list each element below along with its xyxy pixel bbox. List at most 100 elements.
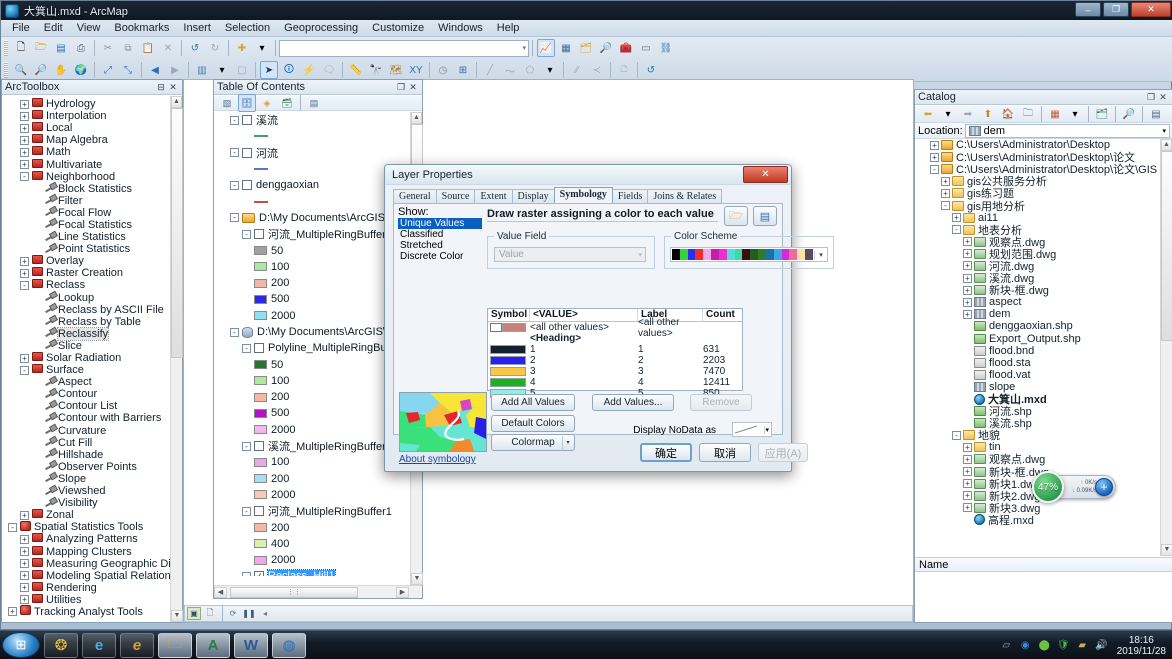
toolbox-tree-item[interactable]: + Local [2,122,170,134]
expand-icon[interactable]: + [20,268,29,278]
minimize-button[interactable]: – [1075,2,1101,17]
toolbox-tree-item[interactable]: + Map Algebra [2,134,170,146]
measure-icon[interactable]: 📏 [347,61,365,79]
home-icon[interactable]: 🏠 [999,105,1017,123]
toc-legend-item[interactable]: 100 [214,259,410,275]
expand-icon[interactable]: + [963,285,972,295]
toc-legend-item[interactable]: 100 [214,454,410,470]
menu-windows[interactable]: Windows [431,21,490,35]
close-icon[interactable]: ✕ [167,81,179,93]
symbol-swatch[interactable] [490,378,526,387]
collapse-icon[interactable]: - [8,522,17,532]
catalog-tree-item[interactable]: flood.sta [915,357,1160,369]
expand-icon[interactable]: + [20,135,29,145]
legend-color-swatch[interactable] [254,555,267,565]
layer-visibility-checkbox[interactable] [242,180,252,191]
toc-legend-item[interactable] [214,161,410,177]
import-symbology-icon[interactable]: 🗁 [724,206,748,226]
options-icon[interactable]: ▤ [305,94,323,112]
toolbox-tree-item[interactable]: Reclass by ASCII File [2,304,170,316]
collapse-icon[interactable]: - [242,441,251,451]
expand-icon[interactable]: + [963,503,972,513]
toc-legend-item[interactable]: 400 [214,536,410,552]
expand-icon[interactable]: + [20,160,29,170]
symbol-swatch[interactable] [502,323,526,332]
expand-icon[interactable]: + [20,147,29,157]
value-cell[interactable]: 3 [530,366,638,377]
collapse-icon[interactable]: - [230,327,239,337]
list-by-visibility-icon[interactable]: ◈ [258,94,276,112]
editor-toolbar-icon[interactable]: 📈 [537,39,555,57]
scroll-down-icon[interactable]: ▼ [1161,544,1172,556]
toolbox-tree-item[interactable]: + Math [2,146,170,158]
toc-legend-item[interactable]: 200 [214,275,410,291]
table-row[interactable]: 2 2 2203 [488,355,742,366]
toolbox-tree-item[interactable]: + Rendering [2,581,170,594]
collapse-icon[interactable]: - [230,115,239,125]
catalog-tree-item[interactable]: + dem [915,308,1160,320]
table-row[interactable]: 1 1 631 [488,344,742,355]
scroll-right-icon[interactable]: ▶ [396,586,409,598]
expand-icon[interactable]: + [941,188,950,198]
table-row[interactable]: 3 3 7470 [488,366,742,377]
toolbox-tree-item[interactable]: Focal Flow [2,207,170,219]
collapse-icon[interactable]: - [230,148,239,158]
word-icon[interactable]: W [234,632,268,658]
catalog-tree-item[interactable]: - 地貌 [915,429,1160,442]
forward-icon[interactable]: ➡ [959,105,977,123]
chevron-down-icon[interactable]: ▾ [764,425,771,434]
model-builder-icon[interactable]: ⛓ [657,39,675,57]
symbol-swatch[interactable] [490,356,526,365]
cancel-button[interactable]: 取消 [699,443,751,462]
identify-icon[interactable]: 🛈 [280,61,298,79]
collapse-icon[interactable]: - [952,225,961,235]
catalog-location-combo[interactable]: dem ▾ [964,123,1170,138]
float-icon[interactable]: ❐ [1145,91,1157,103]
toolbox-tree-item[interactable]: Contour List [2,400,170,412]
html-popup-icon[interactable]: 🗨 [320,61,338,79]
toc-layer-item[interactable]: - 溪流 [214,112,410,128]
toolbox-tree-item[interactable]: + Hydrology [2,98,170,110]
display-nodata-combo[interactable]: ▾ [732,422,772,437]
tab-general[interactable]: General [393,189,437,203]
dialog-close-button[interactable]: ✕ [743,166,788,183]
menu-insert[interactable]: Insert [176,21,218,35]
tab-symbology[interactable]: Symbology [553,187,613,203]
tab-joins-relates[interactable]: Joins & Relates [647,189,723,203]
label-cell[interactable]: 3 [638,366,703,377]
toolbox-tree-item[interactable]: + Modeling Spatial Relationships [2,569,170,582]
toolbox-tree-item[interactable]: + Mapping Clusters [2,545,170,558]
refresh-icon[interactable]: ⟳ [226,607,240,620]
arctoolbox-scrollbar[interactable]: ▲ ▼ [170,96,183,622]
graphics-split-icon[interactable]: ⁄⁄ [568,61,586,79]
search-icon[interactable]: 🔎 [1120,105,1138,123]
toc-legend-item[interactable]: 100 [214,373,410,389]
catalog-tree-item[interactable]: Export_Output.shp [915,333,1160,345]
catalog-contents-list[interactable] [915,572,1172,622]
legend-color-swatch[interactable] [254,262,267,272]
toolbox-tree-item[interactable]: - Spatial Statistics Tools [2,520,170,533]
search-window-icon[interactable]: 🔎 [597,39,615,57]
arctoolbox-tree[interactable]: + Hydrology + Interpolation + Local + Map Algeb… [2,96,170,622]
catalog-tree-item[interactable]: flood.bnd [915,345,1160,357]
add-data-dropdown-icon[interactable]: ▾ [253,39,271,57]
zoom-in-icon[interactable]: 🔍 [12,61,30,79]
hyperlink-icon[interactable]: ⚡ [300,61,318,79]
layer-visibility-checkbox[interactable] [254,343,264,354]
save-icon[interactable]: ▤ [52,39,70,57]
toolbox-tree-item[interactable]: - Surface [2,364,170,376]
toc-legend-item[interactable]: 200 [214,471,410,487]
paste-icon[interactable]: 📋 [139,39,157,57]
toc-layer-item[interactable]: - denggaoxian [214,177,410,193]
label-cell[interactable]: <all other values> [638,317,703,339]
back-icon[interactable]: ⬅ [919,105,937,123]
float-icon[interactable]: ❐ [395,81,407,93]
menu-file[interactable]: File [5,21,37,35]
graphics-merge-icon[interactable]: ≺ [588,61,606,79]
expand-icon[interactable]: + [963,249,972,259]
value-cell[interactable]: 1 [530,344,638,355]
value-cell[interactable]: 2 [530,355,638,366]
catalog-tree-item[interactable]: flood.vat [915,369,1160,381]
new-text-icon[interactable]: 🗅 [615,61,633,79]
expand-icon[interactable]: + [930,140,939,150]
